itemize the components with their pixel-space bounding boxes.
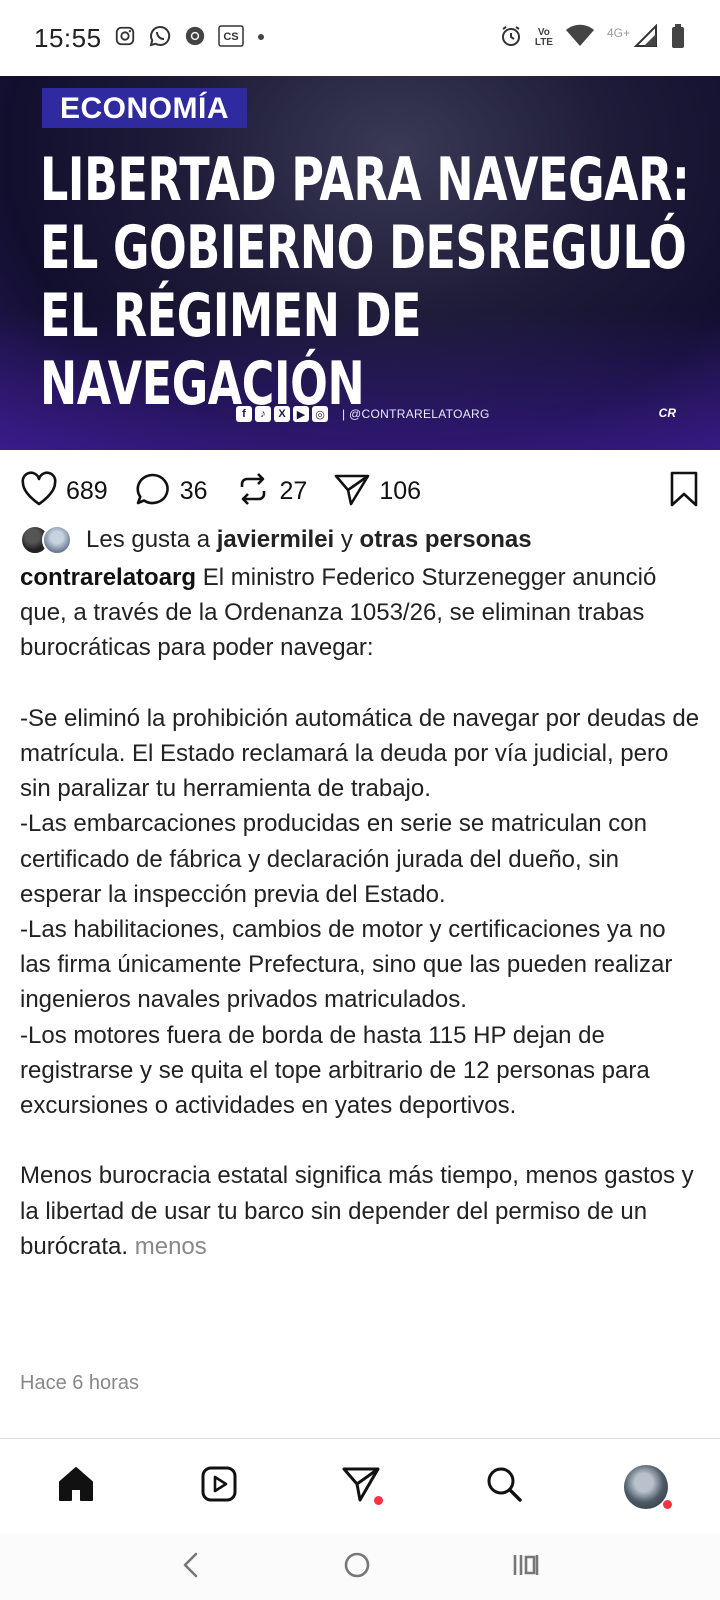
comment-count: 36	[179, 476, 208, 505]
likes-others[interactable]: otras personas	[360, 526, 532, 554]
likes-prefix: Les gusta a	[86, 526, 211, 553]
alarm-icon	[499, 24, 523, 53]
home-icon[interactable]	[56, 1464, 96, 1509]
save-action[interactable]	[668, 470, 700, 513]
network-type: 4G+	[606, 26, 630, 40]
image-footer: f ♪ X ▶ ◎ | @CONTRARELATOARG	[236, 406, 490, 422]
bookmark-icon[interactable]	[668, 471, 700, 512]
nav-direct[interactable]	[337, 1463, 385, 1511]
nav-profile[interactable]	[622, 1463, 672, 1511]
caption-username[interactable]: contrarelatoarg	[20, 564, 196, 591]
nav-search[interactable]	[480, 1463, 528, 1511]
youtube-icon: ▶	[293, 406, 309, 422]
bottom-navigation	[0, 1438, 720, 1534]
post-caption: contrarelatoarg El ministro Federico Stu…	[20, 560, 700, 1264]
comment-icon[interactable]	[134, 471, 172, 512]
repost-icon[interactable]	[234, 470, 272, 513]
post-headline: LIBERTAD PARA NAVEGAR: EL GOBIERNO DESRE…	[40, 145, 690, 419]
system-navigation	[0, 1534, 720, 1600]
tiktok-icon: ♪	[255, 406, 271, 422]
like-count: 689	[66, 476, 108, 505]
share-count: 106	[379, 476, 422, 505]
nav-home[interactable]	[52, 1463, 100, 1511]
dot-icon	[256, 29, 266, 47]
post-actions: 689 36 27 106	[20, 466, 700, 516]
like-action[interactable]: 689	[20, 470, 108, 512]
battery-icon	[670, 23, 686, 54]
profile-avatar[interactable]	[624, 1464, 668, 1509]
notification-icons: CS	[114, 24, 266, 53]
comment-action[interactable]: 36	[134, 471, 208, 512]
status-time: 15:55	[34, 22, 102, 53]
social-icons: f ♪ X ▶ ◎	[236, 406, 328, 422]
cs-icon: CS	[217, 24, 244, 53]
image-handle: | @CONTRARELATOARG	[342, 407, 490, 421]
liker-avatars	[20, 525, 72, 555]
whatsapp-icon	[148, 24, 172, 53]
notification-dot	[374, 1495, 383, 1505]
recent-apps-icon[interactable]	[511, 1551, 541, 1584]
send-icon[interactable]	[333, 471, 371, 512]
x-icon: X	[274, 406, 290, 422]
wifi-icon	[565, 24, 595, 53]
home-circle-icon[interactable]	[342, 1550, 372, 1585]
repost-count: 27	[279, 476, 308, 505]
volte-icon: Vo LTE	[534, 27, 553, 48]
repost-action[interactable]: 27	[234, 470, 308, 513]
instagram-icon	[114, 25, 136, 52]
share-action[interactable]: 106	[333, 471, 421, 512]
facebook-icon: f	[236, 406, 252, 422]
svg-text:CS: CS	[223, 31, 238, 43]
reels-icon[interactable]	[199, 1464, 239, 1509]
signal-icon	[633, 23, 658, 53]
instagram-icon: ◎	[312, 406, 328, 422]
post-timestamp: Hace 6 horas	[20, 1372, 139, 1394]
caption-text: El ministro Federico Sturzenegger anunci…	[20, 564, 700, 1260]
category-badge: ECONOMÍA	[42, 88, 247, 128]
liker-username[interactable]: javiermilei	[217, 526, 334, 554]
notification-dot	[663, 1499, 672, 1509]
system-status-icons: Vo LTE 4G+	[499, 23, 686, 54]
post-image[interactable]: ECONOMÍA LIBERTAD PARA NAVEGAR: EL GOBIE…	[0, 76, 720, 450]
status-bar: 15:55 CS Vo LTE 4G+	[0, 0, 720, 76]
less-link[interactable]: menos	[128, 1233, 207, 1260]
chrome-icon	[184, 25, 206, 52]
likes-summary[interactable]: Les gusta a javiermilei y otras personas	[20, 520, 532, 560]
nav-reels[interactable]	[195, 1463, 243, 1511]
avatar	[42, 525, 72, 555]
brand-logo: CR	[658, 406, 676, 420]
likes-conjunction: y	[340, 526, 353, 553]
search-icon[interactable]	[484, 1464, 524, 1509]
heart-icon[interactable]	[20, 470, 58, 512]
back-icon[interactable]	[179, 1550, 203, 1585]
